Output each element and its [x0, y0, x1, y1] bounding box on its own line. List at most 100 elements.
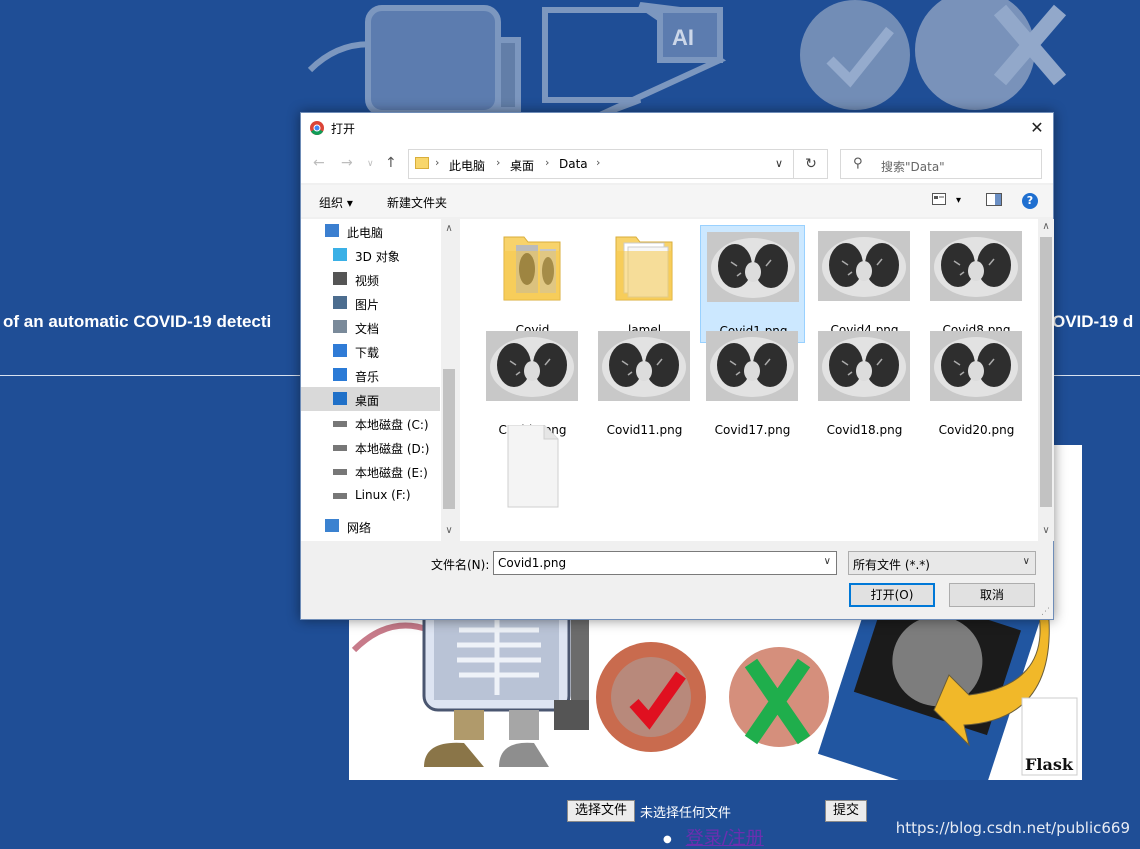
- download-icon: [333, 344, 347, 357]
- file-item[interactable]: Covid18.png: [812, 325, 917, 443]
- music-icon: [333, 368, 347, 381]
- chevron-down-icon: ∨: [1022, 556, 1030, 567]
- submit-button[interactable]: 提交: [825, 800, 867, 822]
- file-status-text: 未选择任何文件: [640, 806, 732, 821]
- file-name: Covid11.png: [606, 423, 683, 437]
- tree-item[interactable]: 此电脑: [301, 219, 440, 243]
- drive-icon: [333, 493, 347, 499]
- scrollbar-thumb[interactable]: [1040, 237, 1052, 507]
- forward-arrow-icon[interactable]: →: [341, 155, 353, 171]
- tree-item[interactable]: 视频: [301, 267, 440, 291]
- scroll-up-icon[interactable]: ∧: [441, 223, 457, 234]
- address-bar[interactable]: › 此电脑 › 桌面 › Data › ∨ ↻: [408, 149, 828, 179]
- drive-icon: [333, 445, 347, 451]
- tree-item[interactable]: 本地磁盘 (E:): [301, 459, 440, 483]
- scroll-down-icon[interactable]: ∨: [441, 525, 457, 536]
- tree-item[interactable]: 网络: [301, 514, 440, 538]
- breadcrumb-this-pc[interactable]: 此电脑: [449, 157, 485, 174]
- tree-item[interactable]: 下载: [301, 339, 440, 363]
- open-button[interactable]: 打开(O): [849, 583, 935, 607]
- organize-menu[interactable]: 组织 ▾: [319, 194, 353, 211]
- tree-item[interactable]: 图片: [301, 291, 440, 315]
- back-arrow-icon[interactable]: ←: [313, 155, 325, 171]
- chevron-down-icon[interactable]: ∨: [824, 556, 831, 567]
- tree-item-label: 网络: [347, 521, 372, 535]
- filename-input[interactable]: Covid1.png ∨: [493, 551, 837, 575]
- cube-icon: [333, 248, 347, 261]
- tree-item[interactable]: 桌面: [301, 387, 440, 411]
- chrome-icon: [310, 121, 324, 135]
- view-options-icon[interactable]: [932, 193, 946, 205]
- scrollbar-thumb[interactable]: [443, 369, 455, 509]
- tree-item-label: 本地磁盘 (C:): [355, 418, 429, 432]
- tree-item-label: 下载: [355, 346, 380, 360]
- login-list-item: ● 登录/注册: [663, 824, 764, 849]
- tree-item[interactable]: 本地磁盘 (C:): [301, 411, 440, 435]
- scroll-up-icon[interactable]: ∧: [1038, 221, 1054, 232]
- filetype-select[interactable]: 所有文件 (*.*) ∨: [848, 551, 1036, 575]
- image-thumbnail: [486, 331, 578, 401]
- file-item[interactable]: Covid17.png: [700, 325, 805, 443]
- scroll-down-icon[interactable]: ∨: [1038, 525, 1054, 536]
- new-folder-button[interactable]: 新建文件夹: [387, 194, 447, 211]
- chevron-right-icon: ›: [496, 156, 501, 169]
- file-item[interactable]: Covid11.png: [592, 325, 697, 443]
- up-arrow-icon[interactable]: ↑: [385, 155, 397, 171]
- tree-item[interactable]: 本地磁盘 (D:): [301, 435, 440, 459]
- tree-item-label: 视频: [355, 274, 380, 288]
- dialog-footer: 文件名(N): Covid1.png ∨ 所有文件 (*.*) ∨ 打开(O) …: [301, 541, 1053, 619]
- image-thumbnail: [598, 331, 690, 401]
- tree-item[interactable]: 文档: [301, 315, 440, 339]
- login-register-link[interactable]: 登录/注册: [686, 828, 764, 849]
- navigation-pane: 此电脑 3D 对象视频图片文档下载音乐桌面本地磁盘 (C:) 本地磁盘 (D:) 本地…: [301, 219, 457, 541]
- breadcrumb-desktop[interactable]: 桌面: [510, 157, 534, 174]
- tree-item-label: 文档: [355, 322, 380, 336]
- file-view-scrollbar[interactable]: ∧ ∨: [1038, 219, 1054, 541]
- folder-icon: [615, 236, 673, 301]
- breadcrumb-data[interactable]: Data: [559, 157, 588, 171]
- tree-item-label: 图片: [355, 298, 380, 312]
- view-dropdown-icon[interactable]: ▾: [956, 195, 961, 206]
- filename-value: Covid1.png: [498, 556, 567, 570]
- tree-item-label: 3D 对象: [355, 250, 400, 264]
- dialog-title: 打开: [331, 122, 356, 136]
- headline-text-left: of an automatic COVID-19 detecti: [3, 312, 272, 331]
- svg-text:AI: AI: [672, 25, 694, 50]
- search-icon: ⚲: [853, 156, 863, 171]
- cancel-button[interactable]: 取消: [949, 583, 1035, 607]
- tree-item[interactable]: 3D 对象: [301, 243, 440, 267]
- organize-label: 组织: [319, 196, 344, 210]
- navigation-bar: ← → ∨ ↑ › 此电脑 › 桌面 › Data › ∨ ↻ ⚲ 搜索"Dat…: [301, 143, 1053, 183]
- resize-grip-icon[interactable]: ⋰: [1041, 607, 1051, 617]
- choose-file-button[interactable]: 选择文件: [567, 800, 635, 822]
- close-icon[interactable]: ✕: [1021, 113, 1053, 143]
- preview-pane-icon[interactable]: [986, 193, 1002, 206]
- search-box[interactable]: ⚲ 搜索"Data": [840, 149, 1042, 179]
- file-item[interactable]: [480, 425, 585, 541]
- file-name: Covid20.png: [938, 423, 1015, 437]
- chevron-down-icon[interactable]: ∨: [775, 157, 783, 170]
- refresh-icon[interactable]: ↻: [793, 150, 828, 178]
- image-thumbnail: [818, 231, 910, 301]
- chevron-right-icon: ›: [435, 156, 440, 169]
- file-icon: [507, 425, 559, 508]
- folder-icon: [415, 157, 429, 169]
- computer-icon: [325, 224, 339, 237]
- folder-icon: [503, 236, 561, 301]
- file-name: Covid18.png: [826, 423, 903, 437]
- dialog-titlebar[interactable]: 打开 ✕: [301, 113, 1053, 143]
- file-item[interactable]: Covid20.png: [924, 325, 1029, 443]
- filename-label: 文件名(N):: [431, 558, 490, 572]
- watermark-text: https://blog.csdn.net/public669: [895, 819, 1130, 837]
- drive-icon: [333, 469, 347, 475]
- tree-item[interactable]: 音乐: [301, 363, 440, 387]
- tree-item[interactable]: Linux (F:): [301, 483, 440, 507]
- video-icon: [333, 272, 347, 285]
- help-icon[interactable]: ?: [1022, 193, 1038, 209]
- tree-item-label: 音乐: [355, 370, 380, 384]
- recent-locations-icon[interactable]: ∨: [367, 159, 374, 169]
- navigation-scrollbar[interactable]: ∧ ∨: [441, 219, 457, 541]
- search-placeholder: 搜索"Data": [881, 160, 945, 174]
- file-name: Covid17.png: [714, 423, 791, 437]
- headline-text-right: OVID-19 d: [1052, 312, 1134, 331]
